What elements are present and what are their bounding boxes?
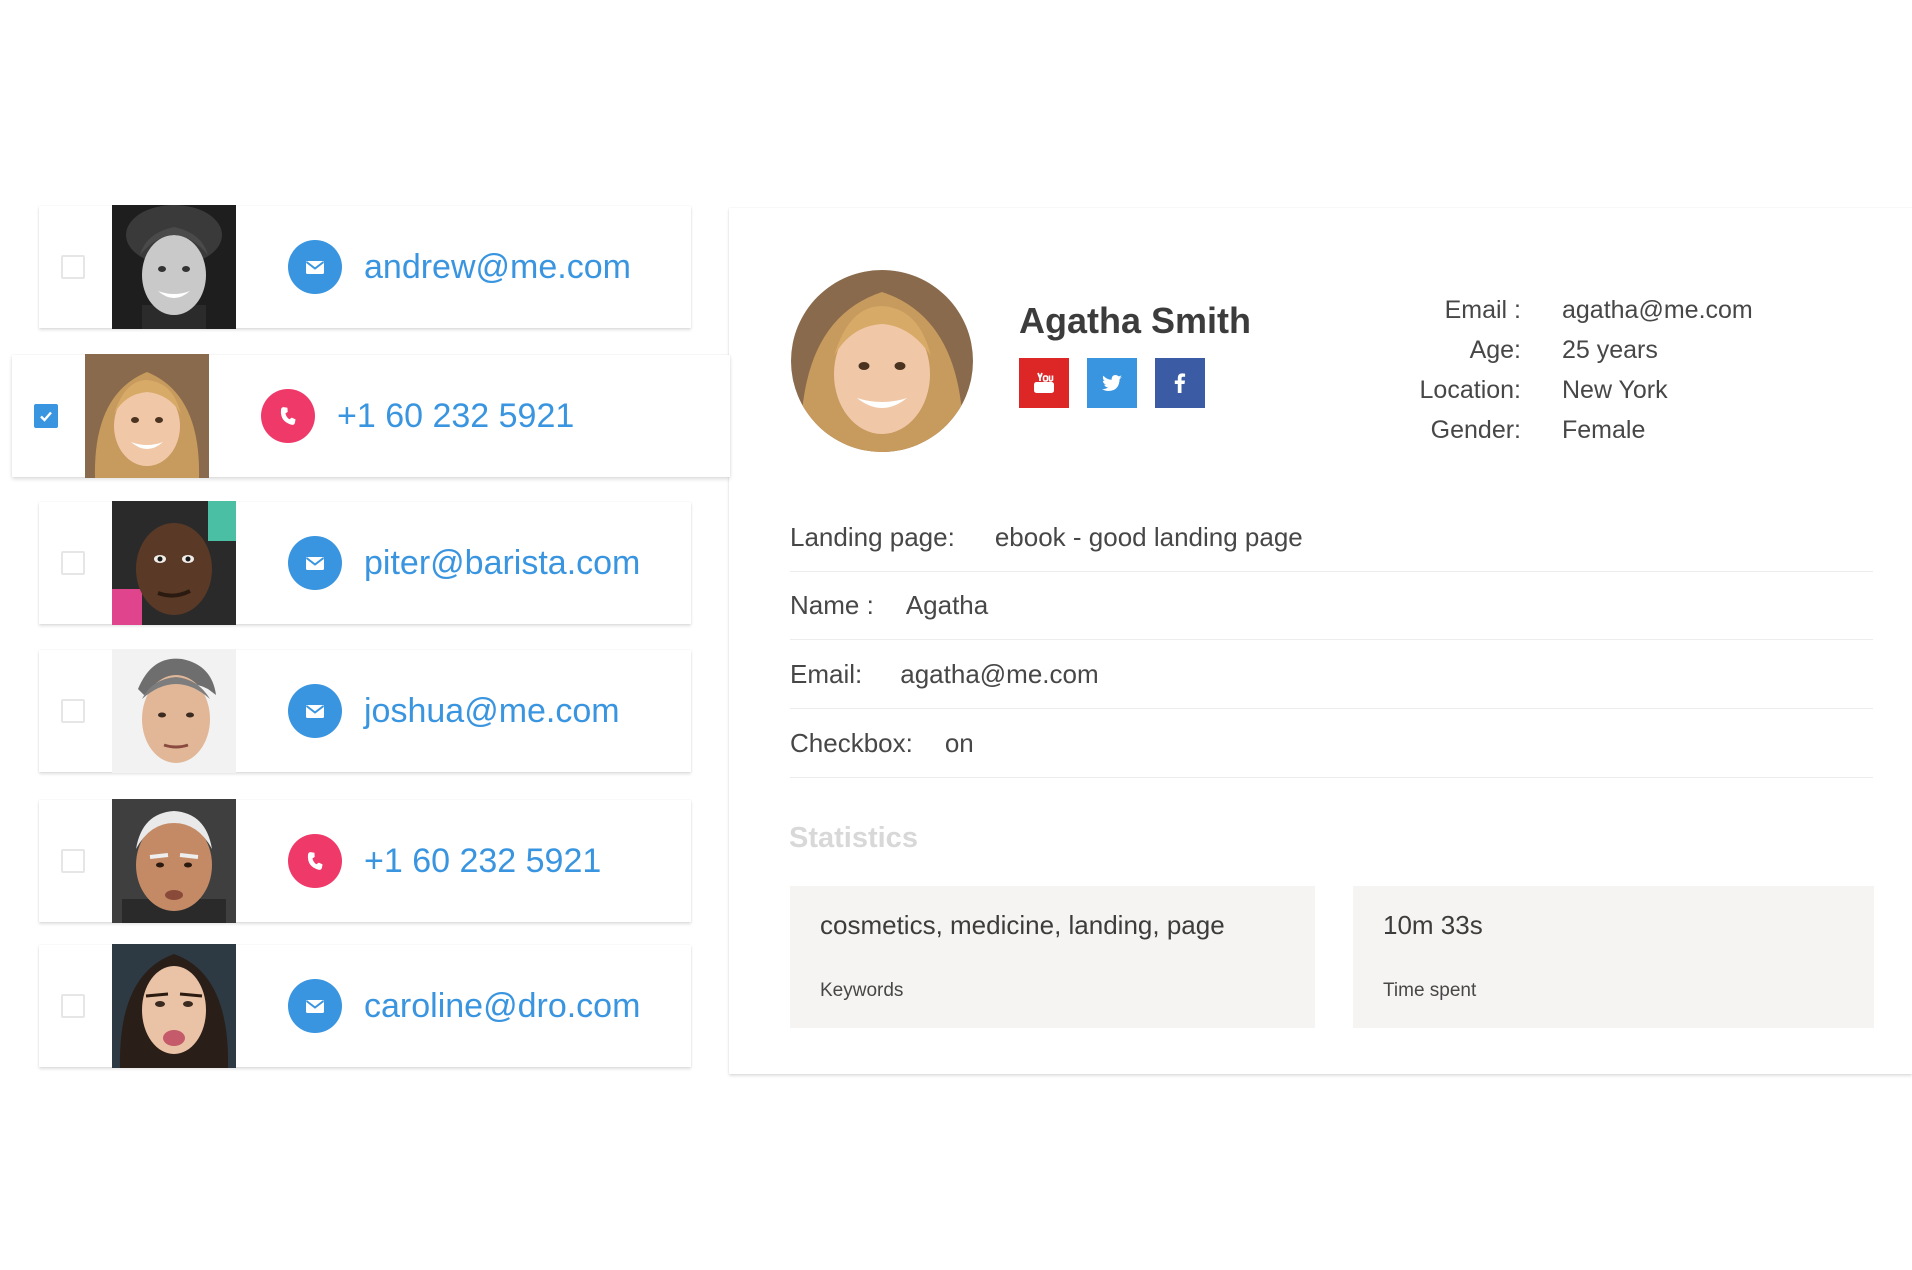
field-value: agatha@me.com: [900, 659, 1099, 689]
profile-info: Email : agatha@me.com Age: 25 years Loca…: [1379, 290, 1753, 450]
field-value: on: [944, 728, 974, 758]
contact-row[interactable]: joshua@me.com: [39, 649, 691, 773]
contact-phone-link[interactable]: +1 60 232 5921: [364, 842, 601, 881]
stat-value: 10m 33s: [1383, 910, 1483, 940]
avatar: [112, 944, 236, 1068]
contact-row[interactable]: caroline@dro.com: [39, 944, 691, 1068]
contact-email-link[interactable]: andrew@me.com: [364, 248, 631, 287]
contact-details-panel: Agatha Smith Email : agatha@me.com Age: …: [729, 208, 1912, 1074]
contact-checkbox[interactable]: [61, 255, 85, 279]
field-name: Name : Agatha: [790, 572, 1873, 640]
info-row-age: Age: 25 years: [1379, 330, 1753, 370]
info-row-location: Location: New York: [1379, 370, 1753, 410]
avatar: [112, 501, 236, 625]
avatar: [112, 799, 236, 923]
statistics-heading: Statistics: [789, 822, 918, 854]
contact-row[interactable]: piter@barista.com: [39, 501, 691, 625]
info-row-email: Email : agatha@me.com: [1379, 290, 1753, 330]
twitter-button[interactable]: [1087, 358, 1137, 408]
stat-label: Keywords: [820, 980, 904, 1001]
contact-phone-link[interactable]: +1 60 232 5921: [337, 397, 574, 436]
info-value: Female: [1562, 415, 1646, 444]
contact-row[interactable]: +1 60 232 5921: [39, 799, 691, 923]
field-label: Landing page:: [790, 522, 955, 552]
info-value: 25 years: [1562, 335, 1658, 364]
youtube-button[interactable]: [1019, 358, 1069, 408]
field-checkbox: Checkbox: on: [790, 710, 1873, 778]
avatar: [85, 354, 209, 478]
field-value: ebook - good landing page: [994, 522, 1303, 552]
contact-checkbox-checked[interactable]: [34, 404, 58, 428]
twitter-icon: [1102, 375, 1122, 391]
avatar: [112, 205, 236, 329]
email-icon: [288, 979, 342, 1033]
contact-checkbox[interactable]: [61, 699, 85, 723]
email-icon: [288, 684, 342, 738]
field-label: Email:: [790, 659, 863, 689]
profile-photo: [791, 270, 973, 452]
info-value: agatha@me.com: [1562, 295, 1753, 324]
info-label: Gender:: [1430, 415, 1521, 444]
phone-icon: [261, 389, 315, 443]
stat-label: Time spent: [1383, 980, 1477, 1001]
info-row-gender: Gender: Female: [1379, 410, 1753, 450]
stat-card-keywords: cosmetics, medicine, landing, page Keywo…: [790, 886, 1315, 1028]
contact-row[interactable]: andrew@me.com: [39, 205, 691, 329]
contact-checkbox[interactable]: [61, 994, 85, 1018]
youtube-icon: [1034, 372, 1054, 393]
info-label: Age:: [1469, 335, 1521, 364]
contact-email-link[interactable]: piter@barista.com: [364, 544, 640, 583]
field-value: Agatha: [905, 590, 989, 620]
checkmark-icon: [40, 411, 52, 422]
contact-email-link[interactable]: joshua@me.com: [364, 692, 620, 731]
avatar: [112, 649, 236, 773]
info-label: Location:: [1419, 375, 1521, 404]
phone-icon: [288, 834, 342, 888]
contact-list: andrew@me.com +1 60 232 5921 piter@baris…: [0, 0, 730, 1270]
info-value: New York: [1562, 375, 1668, 404]
stat-card-time-spent: 10m 33s Time spent: [1353, 886, 1874, 1028]
field-label: Checkbox:: [790, 728, 913, 758]
contact-checkbox[interactable]: [61, 551, 85, 575]
field-email: Email: agatha@me.com: [790, 641, 1873, 709]
profile-name: Agatha Smith: [1019, 300, 1252, 341]
stat-value: cosmetics, medicine, landing, page: [820, 910, 1225, 940]
facebook-button[interactable]: [1155, 358, 1205, 408]
email-icon: [288, 536, 342, 590]
field-landing-page: Landing page: ebook - good landing page: [790, 504, 1873, 572]
contact-row-selected[interactable]: +1 60 232 5921: [12, 354, 730, 478]
email-icon: [288, 240, 342, 294]
info-label: Email :: [1444, 295, 1521, 324]
field-label: Name :: [790, 590, 874, 620]
facebook-icon: [1174, 373, 1186, 393]
contact-checkbox[interactable]: [61, 849, 85, 873]
contact-email-link[interactable]: caroline@dro.com: [364, 987, 640, 1026]
